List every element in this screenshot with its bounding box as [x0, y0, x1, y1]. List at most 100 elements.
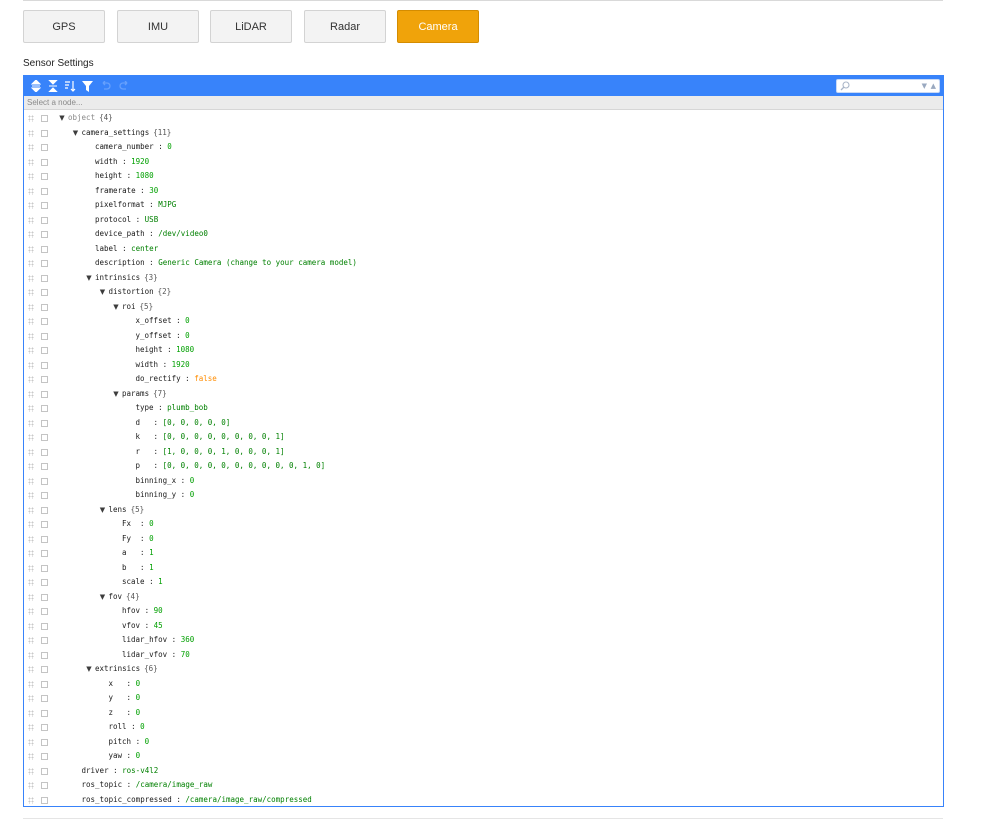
tree-row[interactable]: binning_x : 0 [24, 474, 943, 489]
drag-handle-icon[interactable] [28, 245, 34, 253]
expand-toggle-icon[interactable]: ▼ [98, 590, 108, 605]
context-menu-button[interactable] [41, 158, 48, 166]
tree-node-field[interactable]: y_offset : 0 [136, 329, 190, 344]
context-menu-button[interactable] [41, 419, 48, 427]
tree-row[interactable]: description : Generic Camera (change to … [24, 256, 943, 271]
context-menu-button[interactable] [41, 318, 48, 325]
tree-node-field[interactable]: vfov : 45 [122, 619, 163, 634]
drag-handle-icon[interactable] [28, 260, 34, 267]
tree-row[interactable]: ▼ fov {4} [24, 590, 943, 605]
context-menu-button[interactable] [41, 637, 48, 644]
field-name[interactable]: roll [109, 722, 127, 731]
tree-node-field[interactable]: pixelformat : MJPG [95, 198, 176, 213]
field-value[interactable]: [0, 0, 0, 0, 0, 0, 0, 0, 1] [163, 432, 285, 441]
field-value[interactable]: /camera/image_raw/compressed [185, 795, 311, 804]
context-menu-button[interactable] [41, 115, 48, 122]
drag-handle-icon[interactable] [28, 492, 34, 499]
tree-row[interactable]: yaw : 0 [24, 749, 943, 764]
drag-handle-icon[interactable] [28, 767, 34, 775]
field-value[interactable]: [0, 0, 0, 0, 0, 0, 0, 0, 0, 0, 1, 0] [163, 461, 326, 470]
field-name[interactable]: framerate [95, 186, 136, 195]
tree-node-field[interactable]: width : 1920 [95, 155, 149, 170]
tree-row[interactable]: x : 0 [24, 677, 943, 692]
tree-row[interactable]: driver : ros-v4l2 [24, 764, 943, 779]
field-value[interactable]: 0 [136, 693, 141, 702]
context-menu-button[interactable] [41, 564, 48, 572]
tree-row[interactable]: y : 0 [24, 691, 943, 706]
tree-row[interactable]: ▼ lens {5} [24, 503, 943, 518]
tree-node-field[interactable]: roll : 0 [109, 720, 145, 735]
undo-icon[interactable] [97, 78, 113, 94]
drag-handle-icon[interactable] [28, 347, 34, 354]
drag-handle-icon[interactable] [28, 579, 34, 586]
field-value[interactable]: plumb_bob [167, 403, 208, 412]
field-name[interactable]: Fy [122, 534, 131, 543]
context-menu-button[interactable] [41, 463, 48, 470]
filter-icon[interactable] [79, 78, 95, 94]
tree-row[interactable]: ▼ camera_settings {11} [24, 126, 943, 141]
field-name[interactable]: ros_topic_compressed [82, 795, 172, 804]
context-menu-button[interactable] [41, 492, 48, 499]
drag-handle-icon[interactable] [28, 115, 34, 122]
context-menu-button[interactable] [41, 709, 48, 717]
tree-row[interactable]: pitch : 0 [24, 735, 943, 750]
context-menu-button[interactable] [41, 245, 48, 253]
context-menu-button[interactable] [41, 608, 48, 615]
field-value[interactable]: 0 [190, 476, 195, 485]
expand-toggle-icon[interactable]: ▼ [98, 503, 108, 518]
field-name[interactable]: Fx [122, 519, 131, 528]
context-menu-button[interactable] [41, 361, 48, 369]
tree-node-field[interactable]: framerate : 30 [95, 184, 158, 199]
context-menu-button[interactable] [41, 535, 48, 543]
drag-handle-icon[interactable] [28, 216, 34, 224]
field-name[interactable]: vfov [122, 621, 140, 630]
tree-node-field[interactable]: width : 1920 [136, 358, 190, 373]
context-menu-button[interactable] [41, 448, 48, 456]
field-value[interactable]: 0 [136, 679, 141, 688]
tree-node-field[interactable]: object {4} [68, 111, 113, 126]
field-value[interactable]: center [131, 244, 158, 253]
tree-row[interactable]: width : 1920 [24, 358, 943, 373]
context-menu-button[interactable] [41, 579, 48, 586]
drag-handle-icon[interactable] [28, 318, 34, 325]
tree-node-field[interactable]: params {7} [122, 387, 167, 402]
field-name[interactable]: width [136, 360, 159, 369]
field-value[interactable]: 1920 [131, 157, 149, 166]
context-menu-button[interactable] [41, 376, 48, 383]
tree-node-field[interactable]: scale : 1 [122, 575, 163, 590]
tree-node-field[interactable]: binning_x : 0 [136, 474, 195, 489]
tree-node-field[interactable]: label : center [95, 242, 158, 257]
drag-handle-icon[interactable] [28, 448, 34, 456]
tree-node-field[interactable]: x : 0 [109, 677, 141, 692]
node-navigation-bar[interactable]: Select a node... [24, 96, 943, 110]
field-value[interactable]: 0 [136, 751, 141, 760]
tree-row[interactable]: ▼ object {4} [24, 111, 943, 126]
field-value[interactable]: /dev/video0 [158, 229, 208, 238]
expand-toggle-icon[interactable]: ▼ [57, 111, 67, 126]
drag-handle-icon[interactable] [28, 274, 34, 282]
field-name[interactable]: x_offset [136, 316, 172, 325]
tree-node-field[interactable]: camera_number : 0 [95, 140, 172, 155]
context-menu-button[interactable] [41, 187, 48, 195]
field-name[interactable]: y_offset [136, 331, 172, 340]
tree-row[interactable]: b : 1 [24, 561, 943, 576]
tab-camera[interactable]: Camera [397, 10, 479, 43]
field-name[interactable]: description [95, 258, 145, 267]
tree-node-field[interactable]: description : Generic Camera (change to … [95, 256, 357, 271]
drag-handle-icon[interactable] [28, 651, 34, 659]
drag-handle-icon[interactable] [28, 303, 34, 311]
tree-node-field[interactable]: distortion {2} [109, 285, 172, 300]
field-value[interactable]: 360 [181, 635, 195, 644]
tree-row[interactable]: r : [1, 0, 0, 0, 1, 0, 0, 0, 1] [24, 445, 943, 460]
tree-node-field[interactable]: height : 1080 [95, 169, 154, 184]
expand-toggle-icon[interactable]: ▼ [84, 271, 94, 286]
field-value[interactable]: [0, 0, 0, 0, 0] [163, 418, 231, 427]
drag-handle-icon[interactable] [28, 158, 34, 166]
field-name[interactable]: height [136, 345, 163, 354]
tree-row[interactable]: hfov : 90 [24, 604, 943, 619]
field-name[interactable]: device_path [95, 229, 145, 238]
tree-row[interactable]: x_offset : 0 [24, 314, 943, 329]
drag-handle-icon[interactable] [28, 405, 34, 412]
field-name[interactable]: fov [109, 592, 123, 601]
drag-handle-icon[interactable] [28, 796, 34, 804]
